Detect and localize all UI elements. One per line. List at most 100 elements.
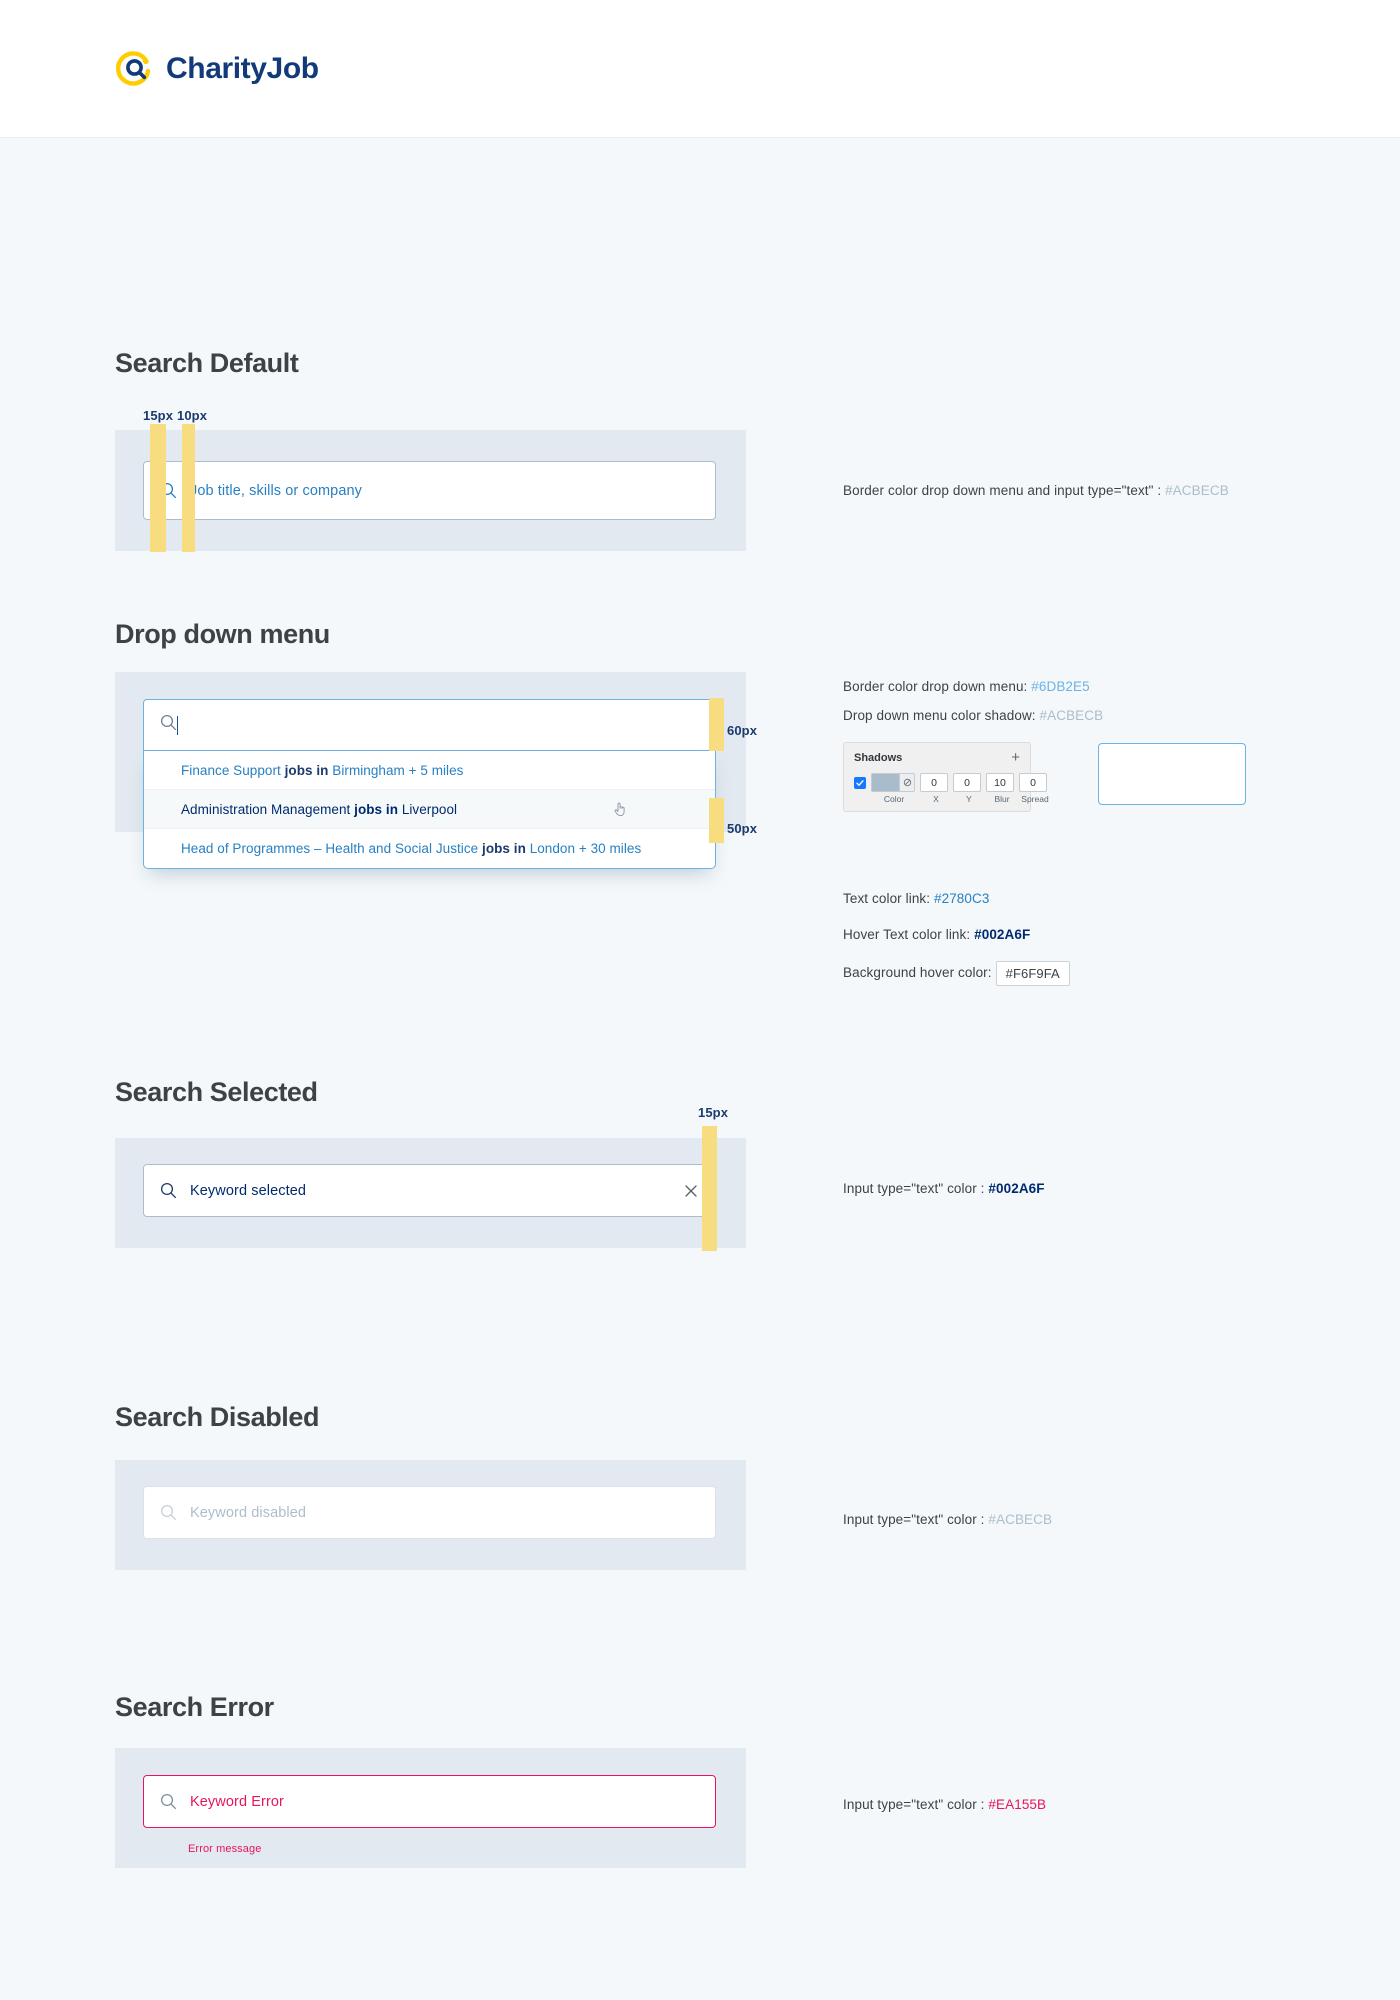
option-connector: jobs in (354, 801, 399, 817)
error-message: Error message (188, 1843, 262, 1855)
option-connector: jobs in (284, 762, 329, 778)
note-hex-value: #002A6F (974, 927, 1031, 942)
search-input-placeholder: Keyword disabled (190, 1504, 307, 1521)
shadow-x-field[interactable]: 0 (920, 773, 948, 792)
option-connector: jobs in (482, 841, 526, 856)
search-icon (160, 1504, 177, 1521)
note-hex-value: #2780C3 (933, 891, 990, 906)
measure-label-50px: 50px (727, 821, 758, 836)
shadow-enabled-checkbox[interactable] (854, 776, 866, 789)
measure-label-10px: 10px (177, 408, 208, 423)
page-title-search-default: Search Default (115, 348, 299, 378)
measure-bar-60px (709, 698, 724, 751)
shadow-spread-field[interactable]: 0 (1019, 773, 1047, 792)
spec-panel-search-disabled: Keyword disabled (115, 1460, 746, 1570)
note-text: Input type="text" color : (843, 1181, 989, 1196)
label-spread: Spread (1021, 794, 1049, 804)
page-content: Search Default 15px 10px Job title, skil… (0, 138, 1400, 1868)
note-hex-swatch-value: #F6F9FA (995, 961, 1070, 986)
spec-panel-search-selected: Keyword selected (115, 1138, 746, 1248)
note-background-hover-color: Background hover color: #F6F9FA (843, 961, 1070, 986)
shadows-title: Shadows (854, 752, 903, 764)
page-title-search-error: Search Error (115, 1692, 274, 1722)
note-hover-text-color-link: Hover Text color link: #002A6F (843, 927, 1030, 942)
measure-label-15px: 15px (143, 408, 174, 423)
search-input-value: Keyword selected (190, 1182, 307, 1199)
shadow-blur-field[interactable]: 10 (986, 773, 1014, 792)
note-disabled-text-color: Input type="text" color : #ACBECB (843, 1512, 1052, 1527)
option-title: Head of Programmes – Health and Social J… (181, 841, 479, 856)
dropdown-search-input[interactable] (143, 699, 716, 751)
list-item[interactable]: Administration Management jobs in Liverp… (144, 790, 715, 829)
note-text: Drop down menu color shadow: (843, 708, 1040, 723)
note-text: Input type="text" color : (843, 1512, 989, 1527)
shadow-color-swatch[interactable] (871, 773, 915, 792)
spec-panel-search-default: Job title, skills or company (115, 430, 746, 551)
brand-name: CharityJob (166, 51, 319, 85)
site-header: CharityJob (0, 0, 1400, 138)
search-input-selected[interactable]: Keyword selected (143, 1164, 716, 1217)
measure-label-15px-selected: 15px (698, 1105, 729, 1120)
search-input-value: Keyword Error (190, 1793, 284, 1810)
note-hex-value: #ACBECB (1039, 708, 1104, 723)
measure-bar-10px (182, 424, 195, 552)
label-color: Color (883, 794, 905, 804)
note-dropdown-border: Border color drop down menu: #6DB2E5 (843, 679, 1090, 694)
search-input-default[interactable]: Job title, skills or company (143, 461, 716, 520)
note-dropdown-shadow: Drop down menu color shadow: #ACBECB (843, 708, 1103, 723)
shadows-controls-row: 0 0 10 0 (854, 773, 1047, 792)
measure-label-60px: 60px (727, 723, 758, 738)
plus-icon[interactable]: + (1011, 750, 1020, 765)
page-title-search-selected: Search Selected (115, 1077, 318, 1107)
shadows-field-labels: Color X Y Blur Spread (854, 794, 1049, 804)
search-icon (160, 714, 177, 736)
page-title-search-disabled: Search Disabled (115, 1402, 320, 1432)
dropdown-combobox[interactable]: Finance Support jobs in Birmingham + 5 m… (143, 699, 716, 869)
option-title: Finance Support (181, 762, 281, 778)
measure-bar-50px (709, 798, 724, 843)
note-text: Text color link: (843, 891, 934, 906)
note-border-color-default: Border color drop down menu and input ty… (843, 483, 1229, 498)
list-item[interactable]: Head of Programmes – Health and Social J… (144, 829, 715, 868)
note-hex-value: #6DB2E5 (1031, 679, 1090, 694)
note-hex-value: #002A6F (988, 1181, 1045, 1196)
measure-bar-15px (150, 424, 166, 552)
list-item[interactable]: Finance Support jobs in Birmingham + 5 m… (144, 751, 715, 790)
note-text: Border color drop down menu: (843, 679, 1032, 694)
eyedropper-icon[interactable] (899, 774, 914, 791)
search-input-disabled: Keyword disabled (143, 1486, 716, 1539)
text-caret (177, 715, 178, 735)
note-error-text-color: Input type="text" color : #EA155B (843, 1797, 1046, 1812)
pointer-hand-icon (613, 801, 627, 817)
shadows-header: Shadows + (854, 750, 1020, 765)
spec-panel-search-error: Keyword Error Error message (115, 1748, 746, 1868)
brand-logo[interactable]: CharityJob (115, 49, 319, 89)
note-text: Hover Text color link: (843, 927, 975, 942)
shadow-y-field[interactable]: 0 (953, 773, 981, 792)
search-icon (160, 1793, 177, 1810)
note-hex-value: #ACBECB (1165, 483, 1229, 498)
magnifier-circle-logo-icon (115, 49, 155, 89)
note-text: Border color drop down menu and input ty… (843, 483, 1166, 498)
measure-bar-15px-selected (702, 1126, 717, 1251)
search-input-placeholder: Job title, skills or company (190, 482, 363, 499)
note-hex-value: #EA155B (988, 1797, 1047, 1812)
close-icon[interactable] (683, 1183, 699, 1199)
search-icon (160, 1182, 177, 1199)
label-blur: Blur (994, 794, 1010, 804)
label-x: X (933, 794, 939, 804)
note-selected-text-color: Input type="text" color : #002A6F (843, 1181, 1045, 1196)
note-text: Background hover color: (843, 965, 992, 981)
page-title-dropdown: Drop down menu (115, 619, 330, 649)
option-location: Liverpool (401, 801, 458, 817)
search-input-error[interactable]: Keyword Error (143, 1775, 716, 1828)
dropdown-options-list[interactable]: Finance Support jobs in Birmingham + 5 m… (143, 751, 716, 869)
shadow-preview-box (1098, 743, 1246, 805)
note-text: Input type="text" color : (843, 1797, 989, 1812)
option-location: Birmingham + 5 miles (332, 762, 464, 778)
shadows-inspector-panel[interactable]: Shadows + 0 0 10 0 Color X Y Blur Spread (843, 742, 1049, 812)
option-title: Administration Management (181, 801, 351, 817)
label-y: Y (966, 794, 972, 804)
note-text-color-link: Text color link: #2780C3 (843, 891, 989, 906)
option-location: London + 30 miles (529, 841, 642, 856)
